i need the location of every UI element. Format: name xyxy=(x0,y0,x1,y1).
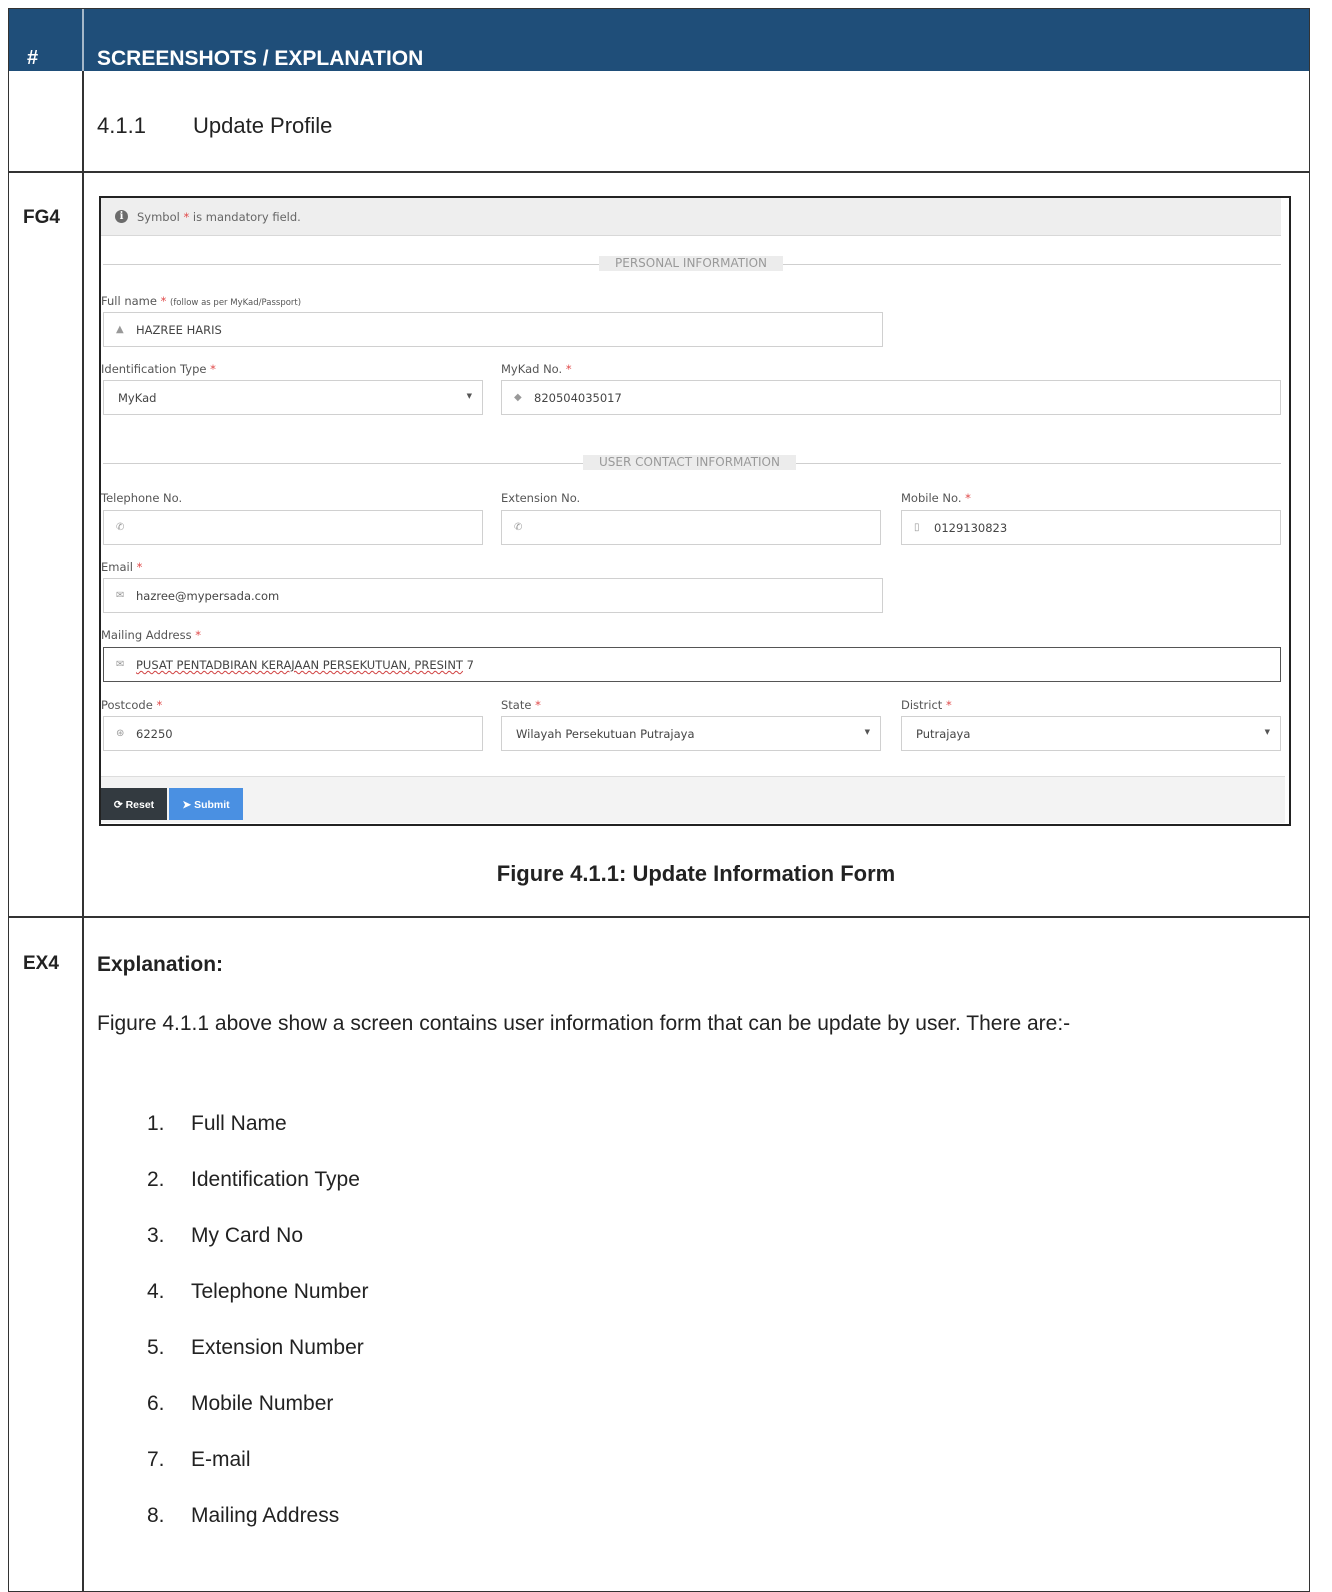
header-number-column: # xyxy=(27,47,39,69)
postcode-input[interactable]: ⊛ 62250 xyxy=(103,716,483,751)
explanation-paragraph: Figure 4.1.1 above show a screen contain… xyxy=(97,1012,1071,1035)
list-item: 1. Full Name xyxy=(147,1112,287,1135)
figure-caption: Figure 4.1.1: Update Information Form xyxy=(496,861,896,886)
chevron-down-icon: ▼ xyxy=(466,392,472,400)
district-select[interactable]: Putrajaya ▼ xyxy=(901,716,1281,751)
row-divider xyxy=(9,916,1309,918)
mobile-label: Mobile No. * xyxy=(901,491,971,505)
explanation-heading: Explanation: xyxy=(97,953,224,976)
notice-prefix: Symbol xyxy=(137,210,180,224)
column-divider xyxy=(82,9,84,1591)
notice-star: * xyxy=(183,210,190,224)
personal-section-title: PERSONAL INFORMATION xyxy=(599,256,784,271)
reset-button[interactable]: ⟳ Reset xyxy=(101,788,167,820)
card-icon: ◆ xyxy=(514,392,522,403)
send-icon: ➤ xyxy=(182,799,192,811)
notice-suffix: is mandatory field. xyxy=(192,210,301,224)
figure-row-label: FG4 xyxy=(23,207,60,228)
section-title: 4.1.1 Update Profile xyxy=(97,113,332,139)
email-input[interactable]: ✉ hazree@mypersada.com xyxy=(103,578,883,613)
mailing-address-input[interactable]: ✉ PUSAT PENTADBIRAN KERAJAAN PERSEKUTUAN… xyxy=(103,647,1281,682)
list-item: 5. Extension Number xyxy=(147,1336,364,1359)
field-list: 1. Full Name 2. Identification Type 3. My C… xyxy=(147,1109,368,1557)
explanation-row-label: EX4 xyxy=(23,953,59,974)
telephone-input[interactable]: ✆ xyxy=(103,510,483,545)
header-title-column: SCREENSHOTS / EXPLANATION xyxy=(97,47,424,70)
pin-icon: ⊛ xyxy=(116,728,125,739)
section-number: 4.1.1 xyxy=(97,113,146,138)
postcode-label: Postcode * xyxy=(101,698,163,712)
mobile-input[interactable]: ▯ 0129130823 xyxy=(901,510,1281,545)
form-screenshot: i Symbol * is mandatory field. PERSONAL … xyxy=(99,196,1291,826)
submit-button[interactable]: ➤ Submit xyxy=(169,788,243,820)
state-select[interactable]: Wilayah Persekutuan Putrajaya ▼ xyxy=(501,716,881,751)
mykad-label: MyKad No. * xyxy=(501,362,572,376)
list-item: 4. Telephone Number xyxy=(147,1280,369,1303)
chevron-down-icon: ▼ xyxy=(864,728,870,736)
extension-label: Extension No. xyxy=(501,491,581,505)
id-type-label: Identification Type * xyxy=(101,362,216,376)
mailing-address-label: Mailing Address * xyxy=(101,628,202,642)
full-name-label: Full name * (follow as per MyKad/Passpor… xyxy=(101,294,302,308)
row-divider xyxy=(9,171,1309,173)
envelope-icon: ✉ xyxy=(116,590,125,601)
extension-input[interactable]: ✆ xyxy=(501,510,881,545)
list-item: 7. E-mail xyxy=(147,1448,251,1471)
list-item: 8. Mailing Address xyxy=(147,1504,340,1527)
full-name-input[interactable]: ▲ HAZREE HARIS xyxy=(103,312,883,347)
refresh-icon: ⟳ xyxy=(113,799,123,811)
form-footer xyxy=(101,776,1285,823)
mandatory-notice: i Symbol * is mandatory field. xyxy=(101,198,1281,236)
id-type-select[interactable]: MyKad ▼ xyxy=(103,380,483,415)
document-table: # SCREENSHOTS / EXPLANATION 4.1.1 Update … xyxy=(8,8,1310,1592)
email-label: Email * xyxy=(101,560,143,574)
info-icon: i xyxy=(115,210,128,223)
chevron-down-icon: ▼ xyxy=(1264,728,1270,736)
phone-icon: ✆ xyxy=(514,522,523,533)
list-item: 6. Mobile Number xyxy=(147,1392,334,1415)
contact-section-title: USER CONTACT INFORMATION xyxy=(583,455,796,470)
list-item: 2. Identification Type xyxy=(147,1168,360,1191)
phone-icon: ✆ xyxy=(116,522,125,533)
user-icon: ▲ xyxy=(116,324,124,335)
telephone-label: Telephone No. xyxy=(101,491,183,505)
mobile-icon: ▯ xyxy=(914,522,920,533)
section-name: Update Profile xyxy=(193,113,333,138)
envelope-icon: ✉ xyxy=(116,659,125,670)
district-label: District * xyxy=(901,698,952,712)
state-label: State * xyxy=(501,698,541,712)
list-item: 3. My Card No xyxy=(147,1224,304,1247)
table-header: # SCREENSHOTS / EXPLANATION xyxy=(9,9,1309,71)
mykad-input[interactable]: ◆ 820504035017 xyxy=(501,380,1281,415)
